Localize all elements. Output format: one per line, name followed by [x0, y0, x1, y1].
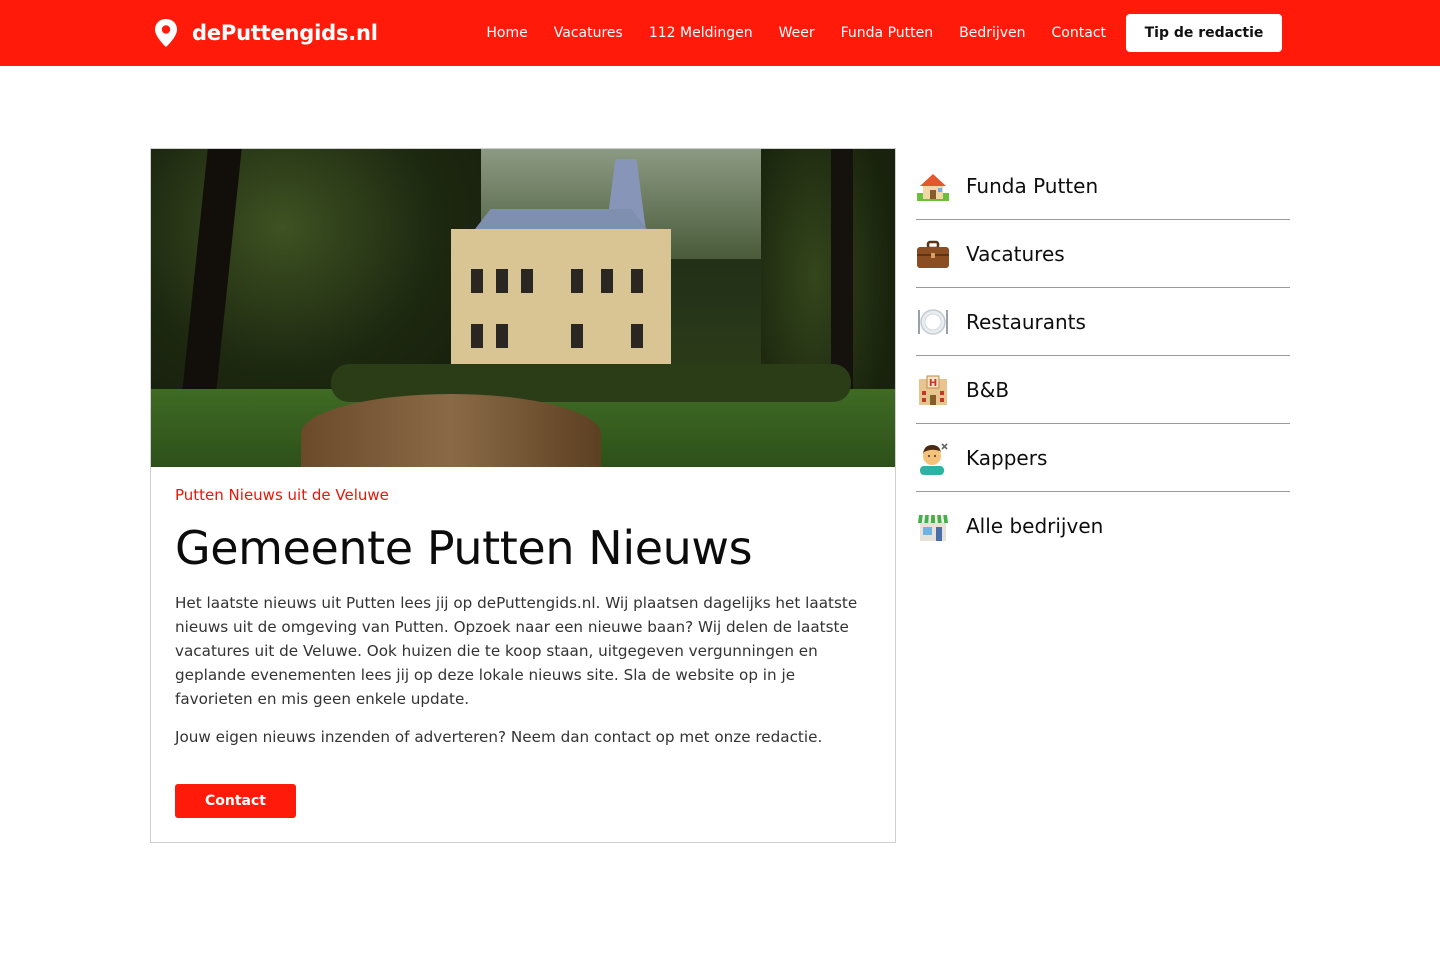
briefcase-icon [916, 237, 950, 271]
hero-window [496, 269, 508, 293]
hero-window [521, 269, 533, 293]
sidebar-item-alle-bedrijven[interactable]: Alle bedrijven [916, 492, 1290, 560]
sidebar-item-label: B&B [966, 377, 1010, 402]
svg-text:H: H [929, 378, 937, 389]
article-kicker: Putten Nieuws uit de Veluwe [175, 486, 389, 504]
sidebar-item-label: Alle bedrijven [966, 514, 1104, 538]
nav-bedrijven[interactable]: Bedrijven [959, 25, 1025, 41]
hero-image [151, 149, 895, 467]
sidebar-item-kappers[interactable]: Kappers [916, 424, 1290, 492]
house-icon [916, 169, 950, 203]
hero-window [601, 269, 613, 293]
sidebar-item-restaurants[interactable]: Restaurants [916, 288, 1290, 356]
hero-window [571, 269, 583, 293]
nav-home[interactable]: Home [486, 25, 527, 41]
nav-funda-putten[interactable]: Funda Putten [841, 25, 933, 41]
sidebar-item-label: Kappers [966, 445, 1048, 470]
site-header: dePuttengids.nl Home Vacatures 112 Meldi… [0, 0, 1440, 66]
hero-window [631, 269, 643, 293]
hero-window [571, 324, 583, 348]
sidebar-item-bnb[interactable]: H B&B [916, 356, 1290, 424]
tip-de-redactie-button[interactable]: Tip de redactie [1126, 14, 1282, 52]
hero-window [496, 324, 508, 348]
shop-icon [916, 509, 950, 543]
nav-112-meldingen[interactable]: 112 Meldingen [649, 25, 753, 41]
hero-window [471, 324, 483, 348]
nav-weer[interactable]: Weer [779, 25, 815, 41]
sidebar-item-label: Funda Putten [966, 173, 1099, 198]
plate-cutlery-icon [916, 305, 950, 339]
hero-path [301, 394, 601, 467]
nav-vacatures[interactable]: Vacatures [554, 25, 623, 41]
category-sidebar: Funda Putten Vacatures Restaurants H B&B… [916, 152, 1290, 560]
haircut-icon [916, 441, 950, 475]
sidebar-item-vacatures[interactable]: Vacatures [916, 220, 1290, 288]
site-logo[interactable]: dePuttengids.nl [154, 19, 378, 47]
sidebar-item-label: Vacatures [966, 241, 1065, 266]
contact-paragraph: Jouw eigen nieuws inzenden of adverteren… [175, 728, 823, 746]
intro-card: Putten Nieuws uit de Veluwe Gemeente Put… [150, 148, 896, 843]
site-name: dePuttengids.nl [192, 21, 378, 45]
nav-contact[interactable]: Contact [1052, 25, 1106, 41]
sidebar-item-label: Restaurants [966, 309, 1086, 334]
contact-button[interactable]: Contact [175, 784, 296, 818]
intro-paragraph: Het laatste nieuws uit Putten lees jij o… [175, 594, 858, 708]
main-nav: Home Vacatures 112 Meldingen Weer Funda … [460, 0, 1106, 66]
page-title: Gemeente Putten Nieuws [175, 521, 753, 575]
hero-window [471, 269, 483, 293]
hotel-icon: H [916, 373, 950, 407]
location-pin-icon [155, 19, 177, 47]
sidebar-item-funda-putten[interactable]: Funda Putten [916, 152, 1290, 220]
hero-window [631, 324, 643, 348]
